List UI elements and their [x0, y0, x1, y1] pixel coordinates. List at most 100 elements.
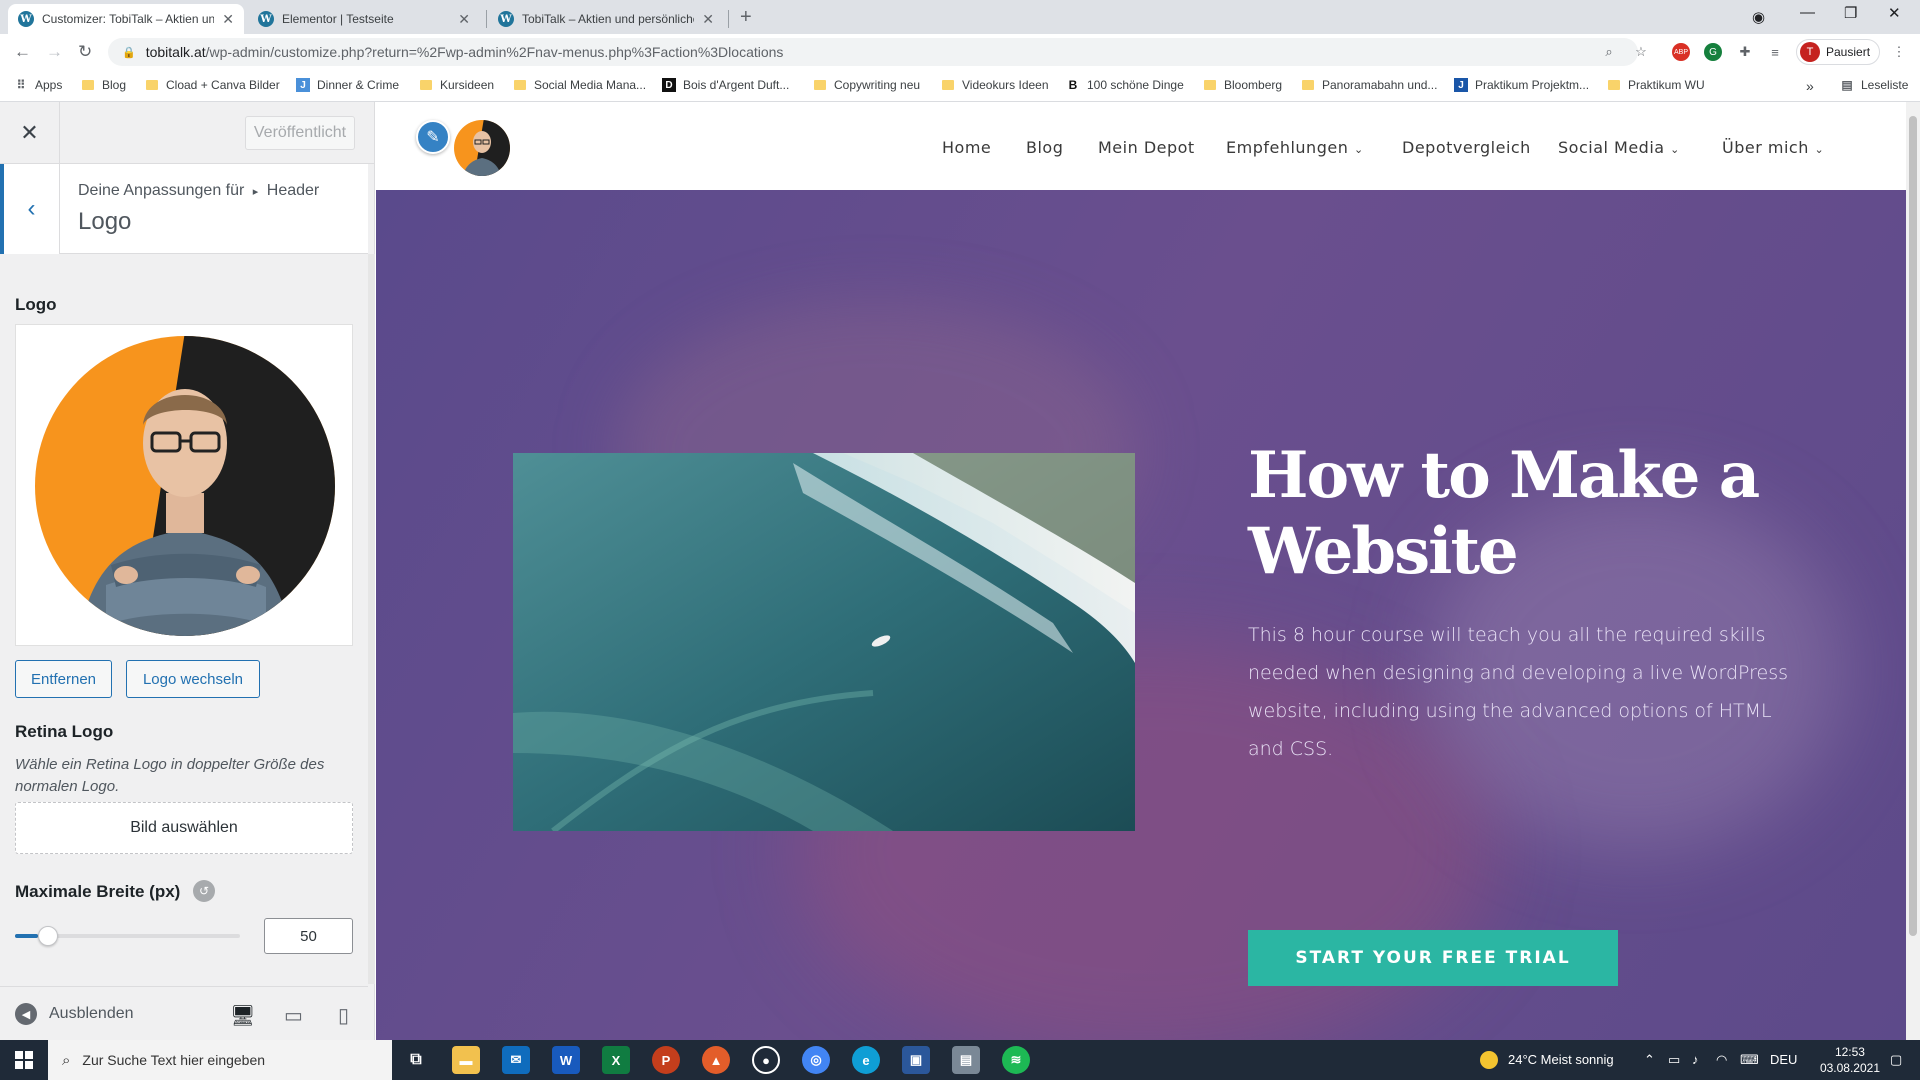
notification-icon[interactable]: ▢: [1890, 1052, 1902, 1068]
spotify-icon[interactable]: ≋: [1002, 1046, 1030, 1074]
tab-title: TobiTalk – Aktien und persönliche: [522, 12, 695, 26]
minimize-icon[interactable]: —: [1800, 4, 1815, 21]
more-bookmarks-button[interactable]: »: [1806, 78, 1814, 94]
bookmark-bois-dargent[interactable]: D Bois d'Argent Duft...: [662, 78, 789, 92]
bookmark-dinner-crime[interactable]: J Dinner & Crime: [296, 78, 399, 92]
bookmark-cload-canva[interactable]: Cload + Canva Bilder: [146, 78, 280, 92]
bookmark-copywriting[interactable]: Copywriting neu: [814, 78, 920, 92]
logo-preview: [15, 324, 353, 646]
grammarly-icon[interactable]: G: [1704, 43, 1722, 61]
excel-icon[interactable]: X: [602, 1046, 630, 1074]
bookmark-panoramabahn[interactable]: Panoramabahn und...: [1302, 78, 1437, 92]
select-image-button[interactable]: Bild auswählen: [15, 802, 353, 854]
apps-grid-icon: ⠿: [16, 78, 26, 92]
task-view-icon[interactable]: ⧉: [402, 1046, 430, 1074]
bookmark-praktikum-projekt[interactable]: J Praktikum Projektm...: [1454, 78, 1589, 92]
edit-shortcut-pencil-icon[interactable]: ✎: [416, 120, 450, 154]
sidebar-scrollbar[interactable]: [368, 254, 375, 984]
profile-button[interactable]: T Pausiert: [1796, 39, 1880, 65]
menu-item-empfehlungen[interactable]: Empfehlungen ⌄: [1226, 138, 1364, 157]
adblock-icon[interactable]: ABP: [1672, 43, 1690, 61]
obs-icon[interactable]: ●: [752, 1046, 780, 1074]
windows-start-icon[interactable]: [0, 1040, 48, 1080]
keyboard-icon[interactable]: ⌨: [1740, 1052, 1759, 1068]
media-control-icon[interactable]: ≡: [1766, 43, 1784, 61]
url-text[interactable]: tobitalk.at/wp-admin/customize.php?retur…: [146, 44, 784, 60]
folder-icon: [1302, 80, 1314, 90]
language-indicator[interactable]: DEU: [1770, 1052, 1797, 1067]
publish-button[interactable]: Veröffentlicht: [245, 116, 355, 150]
desktop-preview-icon[interactable]: 🖥: [230, 1003, 255, 1028]
preview-scrollbar[interactable]: [1906, 102, 1920, 1040]
slider-fill: [15, 934, 38, 938]
bookmark-social-media[interactable]: Social Media Mana...: [514, 78, 646, 92]
bookmark-videokurs[interactable]: Videokurs Ideen: [942, 78, 1049, 92]
weather-sun-icon[interactable]: [1480, 1051, 1498, 1069]
remove-logo-button[interactable]: Entfernen: [15, 660, 112, 698]
address-bar[interactable]: 🔒 tobitalk.at/wp-admin/customize.php?ret…: [108, 38, 1638, 66]
chrome-icon[interactable]: ◎: [802, 1046, 830, 1074]
tab-customizer[interactable]: W Customizer: TobiTalk – Aktien un ✕: [8, 4, 244, 34]
file-explorer-icon[interactable]: ▬: [452, 1046, 480, 1074]
reading-list-button[interactable]: ▤ Leseliste: [1840, 78, 1908, 92]
network-icon[interactable]: ▭: [1668, 1052, 1680, 1068]
volume-icon[interactable]: ♪: [1692, 1052, 1699, 1067]
restore-icon[interactable]: ❐: [1844, 4, 1857, 22]
logo-control-title: Logo: [15, 295, 57, 314]
close-icon[interactable]: ✕: [0, 102, 60, 164]
wifi-icon[interactable]: ◠: [1716, 1052, 1727, 1068]
browser-toolbar: ← → ↻ 🔒 tobitalk.at/wp-admin/customize.p…: [0, 34, 1920, 70]
taskbar-search-input[interactable]: ⌕ Zur Suche Text hier eingeben: [48, 1040, 392, 1080]
close-tab-icon[interactable]: ✕: [458, 11, 470, 28]
menu-item-blog[interactable]: Blog: [1026, 138, 1063, 157]
back-icon[interactable]: ←: [14, 42, 31, 62]
back-chevron-icon[interactable]: ‹: [0, 164, 60, 254]
collapse-button[interactable]: ◀ Ausblenden: [15, 1003, 134, 1025]
menu-item-home[interactable]: Home: [942, 138, 991, 157]
bookmark-star-icon[interactable]: ☆: [1632, 43, 1650, 61]
system-clock[interactable]: 12:53 03.08.2021: [1820, 1044, 1880, 1076]
mobile-preview-icon[interactable]: ▯: [338, 1003, 349, 1028]
new-tab-icon[interactable]: +: [740, 6, 752, 29]
bookmark-100-dinge[interactable]: B 100 schöne Dinge: [1066, 78, 1184, 92]
bookmark-blog[interactable]: Blog: [82, 78, 126, 92]
bookmark-bloomberg[interactable]: Bloomberg: [1204, 78, 1282, 92]
max-width-input[interactable]: 50: [264, 918, 353, 954]
tray-chevron-icon[interactable]: ⌃: [1644, 1052, 1655, 1068]
close-window-icon[interactable]: ✕: [1888, 4, 1901, 22]
powerpoint-icon[interactable]: P: [652, 1046, 680, 1074]
extensions-icon[interactable]: ✚: [1736, 43, 1754, 61]
app-icon[interactable]: ▲: [702, 1046, 730, 1074]
start-free-trial-button[interactable]: START YOUR FREE TRIAL: [1248, 930, 1618, 986]
app-window-icon[interactable]: ▣: [902, 1046, 930, 1074]
close-tab-icon[interactable]: ✕: [222, 11, 234, 28]
tablet-preview-icon[interactable]: ▭: [284, 1003, 303, 1028]
slider-handle[interactable]: [37, 926, 58, 946]
change-logo-button[interactable]: Logo wechseln: [126, 660, 260, 698]
forward-icon[interactable]: →: [46, 42, 63, 62]
bookmark-praktikum-wu[interactable]: Praktikum WU: [1608, 78, 1705, 92]
word-icon[interactable]: W: [552, 1046, 580, 1074]
zoom-icon[interactable]: ⌕: [1600, 43, 1618, 61]
bookmark-apps[interactable]: ⠿ Apps: [14, 78, 63, 92]
bookmark-kursideen[interactable]: Kursideen: [420, 78, 494, 92]
reload-icon[interactable]: ↻: [78, 42, 92, 62]
menu-item-ueber-mich[interactable]: Über mich ⌄: [1722, 138, 1824, 157]
menu-item-social-media[interactable]: Social Media ⌄: [1558, 138, 1680, 157]
reset-icon[interactable]: ↺: [193, 880, 215, 902]
notepad-icon[interactable]: ▤: [952, 1046, 980, 1074]
menu-kebab-icon[interactable]: ⋮: [1890, 43, 1908, 61]
mail-icon[interactable]: ✉: [502, 1046, 530, 1074]
weather-text[interactable]: 24°C Meist sonnig: [1508, 1052, 1614, 1067]
max-width-slider[interactable]: [15, 926, 240, 946]
edge-icon[interactable]: e: [852, 1046, 880, 1074]
tab-elementor[interactable]: W Elementor | Testseite ✕: [248, 4, 480, 34]
tab-tobitalk[interactable]: W TobiTalk – Aktien und persönliche ✕: [488, 4, 724, 34]
tab-search-icon[interactable]: ◉: [1752, 8, 1765, 26]
close-tab-icon[interactable]: ✕: [702, 11, 714, 28]
site-logo[interactable]: [452, 118, 512, 178]
menu-item-depotvergleich[interactable]: Depotvergleich: [1402, 138, 1531, 157]
menu-item-mein-depot[interactable]: Mein Depot: [1098, 138, 1195, 157]
scrollbar-thumb[interactable]: [1909, 116, 1917, 936]
hero-video[interactable]: [513, 453, 1135, 831]
